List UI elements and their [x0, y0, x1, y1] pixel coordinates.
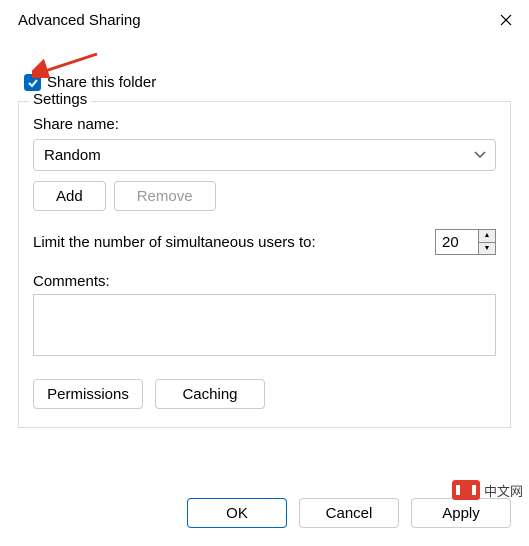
- remove-button: Remove: [114, 181, 216, 211]
- settings-legend: Settings: [29, 91, 91, 108]
- ok-button[interactable]: OK: [187, 498, 287, 528]
- spinner-down-button[interactable]: ▼: [479, 243, 495, 255]
- caching-button[interactable]: Caching: [155, 379, 265, 409]
- check-icon: [27, 77, 39, 89]
- share-folder-label: Share this folder: [47, 74, 156, 91]
- close-icon: [500, 14, 512, 26]
- dialog-content: Share this folder Settings Share name: R…: [0, 40, 529, 488]
- apply-button[interactable]: Apply: [411, 498, 511, 528]
- share-name-select[interactable]: Random: [33, 139, 496, 171]
- add-button[interactable]: Add: [33, 181, 106, 211]
- spinner-up-button[interactable]: ▲: [479, 230, 495, 243]
- limit-users-spinner[interactable]: ▲ ▼: [435, 229, 496, 255]
- share-folder-row: Share this folder: [24, 74, 511, 91]
- close-button[interactable]: [483, 0, 529, 40]
- titlebar: Advanced Sharing: [0, 0, 529, 40]
- comments-textarea[interactable]: [33, 294, 496, 356]
- dialog-footer: OK Cancel Apply: [0, 488, 529, 546]
- share-name-value: Random: [44, 147, 101, 164]
- settings-fieldset: Settings Share name: Random Add Remove L…: [18, 101, 511, 428]
- advanced-sharing-dialog: Advanced Sharing Share this folder Setti…: [0, 0, 529, 546]
- cancel-button[interactable]: Cancel: [299, 498, 399, 528]
- share-name-label: Share name:: [33, 116, 496, 133]
- permissions-button[interactable]: Permissions: [33, 379, 143, 409]
- window-title: Advanced Sharing: [18, 12, 483, 29]
- comments-label: Comments:: [33, 273, 496, 290]
- limit-users-input[interactable]: [436, 230, 478, 254]
- limit-users-label: Limit the number of simultaneous users t…: [33, 234, 316, 251]
- share-folder-checkbox[interactable]: [24, 74, 41, 91]
